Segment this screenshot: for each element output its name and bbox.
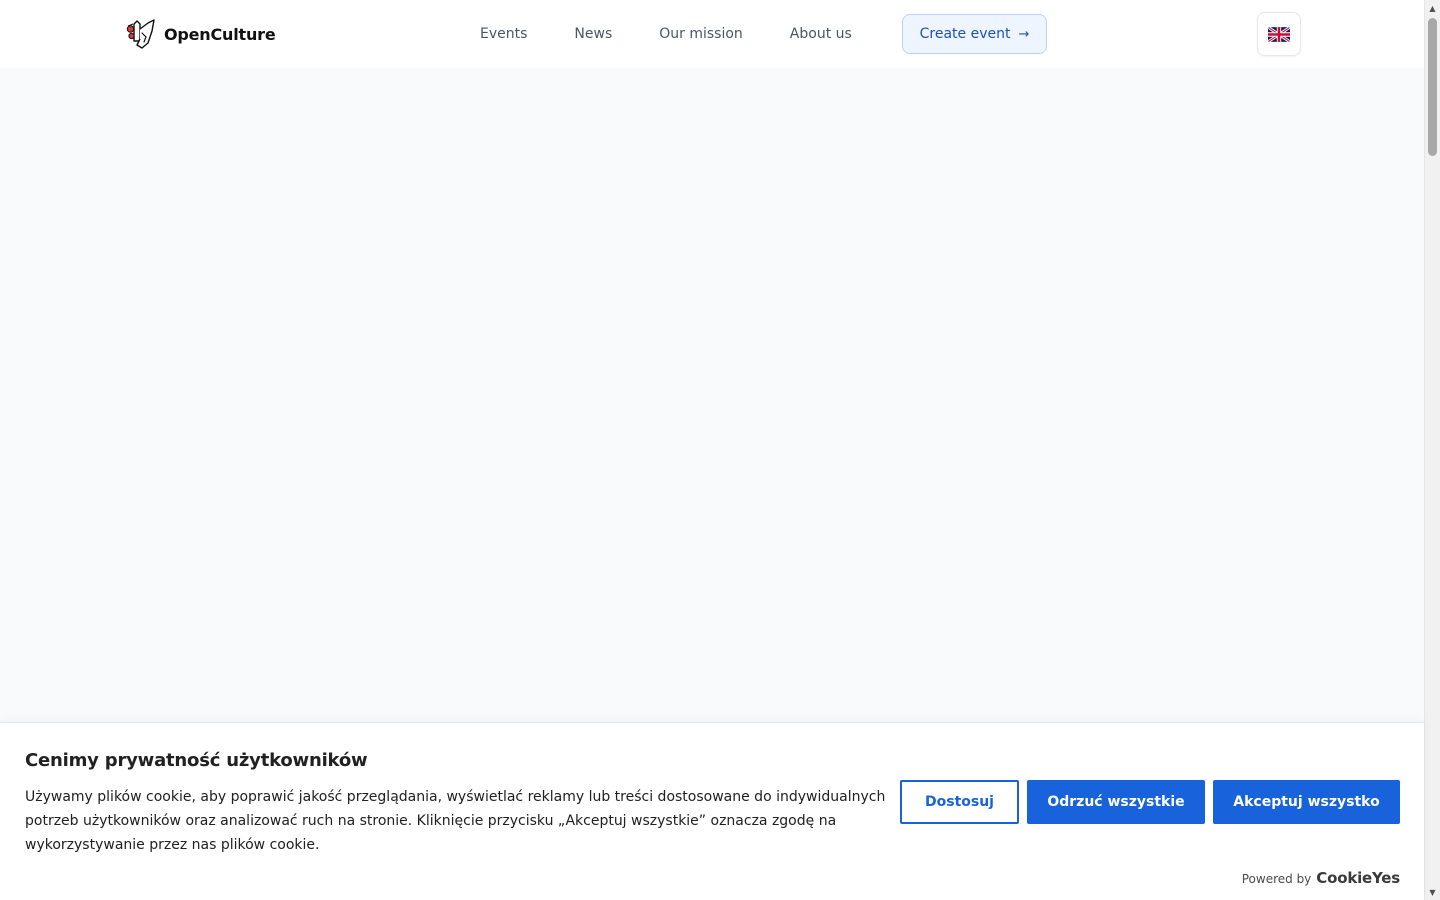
powered-by[interactable]: Powered by CookieYes [1242,869,1400,887]
scrollbar-thumb[interactable] [1428,18,1437,156]
create-event-button[interactable]: Create event → [902,14,1047,54]
cookie-consent-banner: Cenimy prywatność użytkowników Używamy p… [0,722,1424,900]
create-event-label: Create event [919,26,1011,42]
reject-all-button[interactable]: Odrzuć wszystkie [1027,780,1205,824]
powered-by-label: Powered by [1241,872,1312,886]
main-nav: Events News Our mission About us [480,0,852,68]
nav-item-news[interactable]: News [574,26,612,42]
cookie-actions: Dostosuj Odrzuć wszystkie Akceptuj wszys… [900,780,1400,824]
cookie-banner-title: Cenimy prywatność użytkowników [25,750,368,771]
nav-item-events[interactable]: Events [480,26,527,42]
cookieyes-logo: CookieYes [1316,869,1400,887]
openculture-logo-icon [126,19,155,49]
site-logo[interactable]: OpenCulture [124,17,276,51]
accept-all-button[interactable]: Akceptuj wszystko [1213,780,1400,824]
scroll-down-arrow-icon[interactable]: ▼ [1425,884,1440,900]
nav-item-our-mission[interactable]: Our mission [659,26,743,42]
logo-text: OpenCulture [164,24,276,44]
uk-flag-icon [1268,26,1290,42]
vertical-scrollbar[interactable]: ▲ ▼ [1424,0,1440,900]
scroll-up-arrow-icon[interactable]: ▲ [1425,0,1440,16]
customize-button[interactable]: Dostosuj [900,780,1019,824]
arrow-right-icon: → [1018,26,1030,42]
nav-item-about-us[interactable]: About us [790,26,852,42]
site-header: OpenCulture Events News Our mission Abou… [0,0,1424,68]
language-switcher-button[interactable] [1257,12,1301,56]
cookie-banner-text: Używamy plików cookie, aby poprawić jako… [25,789,886,853]
